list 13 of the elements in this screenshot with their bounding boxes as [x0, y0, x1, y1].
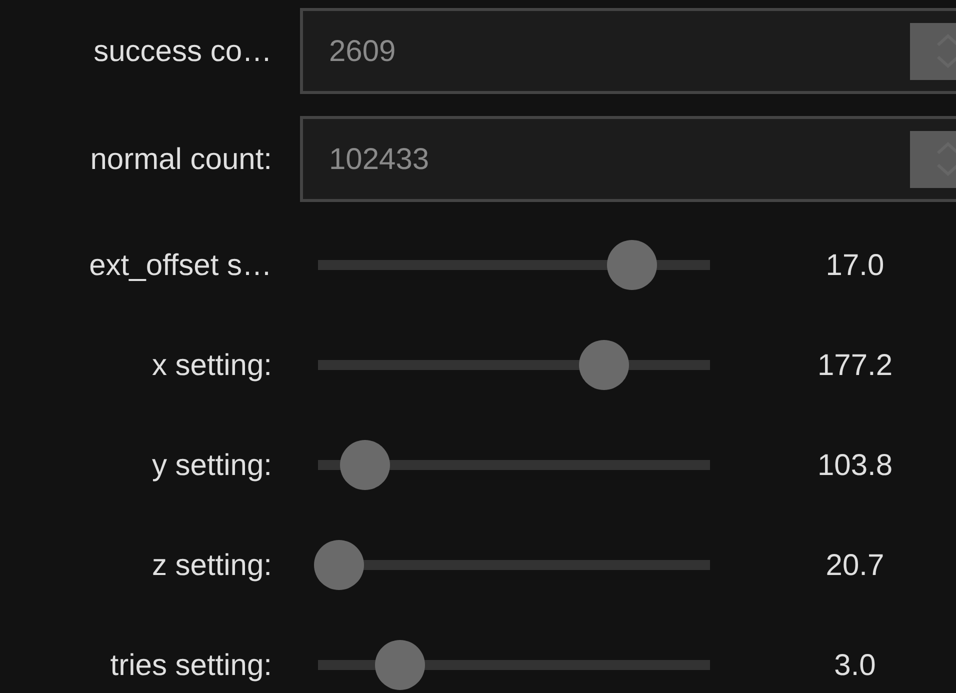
field-label: success co…	[94, 34, 272, 70]
slider-value: 177.2	[817, 348, 893, 384]
slider-value: 17.0	[826, 248, 884, 284]
slider-value: 103.8	[817, 448, 893, 484]
slider-label: tries setting:	[110, 648, 272, 684]
field-label: normal count:	[90, 142, 272, 178]
slider-label: y setting:	[152, 448, 272, 484]
slider-label: z setting:	[152, 548, 272, 584]
slider-value: 20.7	[826, 548, 884, 584]
slider-thumb[interactable]	[314, 540, 364, 590]
slider-value: 3.0	[834, 648, 876, 684]
slider-label: ext_offset s…	[89, 248, 272, 284]
slider-label: x setting:	[152, 348, 272, 384]
